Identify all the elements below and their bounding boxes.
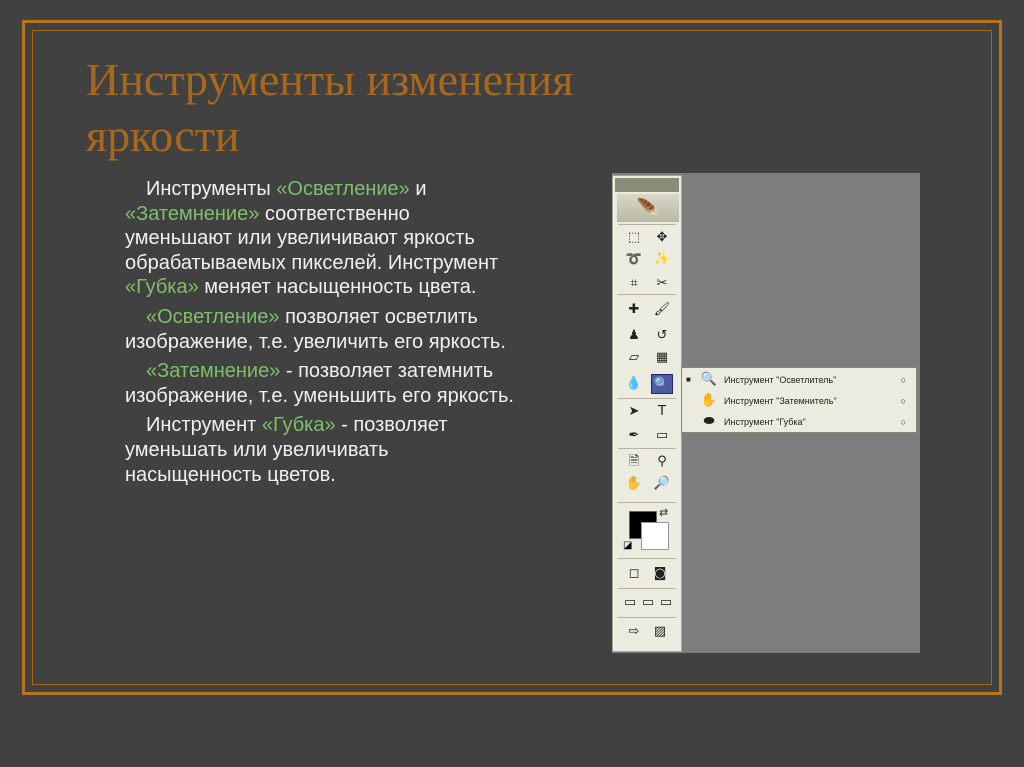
highlight-dodge: «Осветление» xyxy=(146,305,280,328)
screen-mode-full-icon[interactable]: ▭ xyxy=(655,593,677,613)
lasso-tool-icon[interactable]: ➰ xyxy=(623,250,645,270)
crop-tool-icon[interactable]: ⌗ xyxy=(623,274,645,294)
eyedropper-tool-icon[interactable]: ⚲ xyxy=(651,452,673,472)
dodge-tool-icon[interactable]: 🔍 xyxy=(651,374,673,394)
zoom-tool-icon[interactable]: 🔎 xyxy=(651,474,673,494)
highlight-sponge: «Губка» xyxy=(125,276,199,299)
paragraph-4: Инструмент «Губка» - позволяет уменьшать… xyxy=(125,414,448,486)
title-line-2: яркости xyxy=(86,110,240,161)
slide-title: Инструменты изменения яркости xyxy=(86,52,786,164)
swap-colors-icon[interactable]: ⇄ xyxy=(659,506,668,519)
toolbox-divider xyxy=(618,448,676,449)
highlight-sponge: «Губка» xyxy=(261,414,336,437)
toolbox-divider xyxy=(618,398,676,399)
jump-to-imageready-icon[interactable]: ⇨ xyxy=(623,622,645,642)
slice-tool-icon[interactable]: ✂ xyxy=(651,274,673,294)
selected-marker: ■ xyxy=(686,375,691,384)
slide-body: Инструменты «Осветление» и «Затемнение» … xyxy=(125,177,515,492)
imageready-icon[interactable]: ▨ xyxy=(649,622,671,642)
brush-tool-icon[interactable]: 🖌 xyxy=(651,300,673,320)
notes-tool-icon[interactable]: 🗎 xyxy=(623,452,645,472)
quick-mask-icon[interactable]: ◙ xyxy=(649,564,671,584)
toolbox-divider xyxy=(618,617,676,618)
blur-tool-icon[interactable]: 💧 xyxy=(623,374,645,394)
paragraph-3: «Затемнение» - позволяет затемнить изобр… xyxy=(125,360,514,407)
toning-tools-flyout-menu: ■ 🔍 Инструмент "Осветлитель" ○ ✋ Инструмент "… xyxy=(681,367,917,433)
flyout-item-sponge[interactable]: ⬬ Инструмент "Губка" ○ xyxy=(682,412,916,432)
flyout-item-label: Инструмент "Осветлитель" xyxy=(724,375,837,385)
type-tool-icon[interactable]: T xyxy=(651,402,673,422)
highlight-burn: «Затемнение» xyxy=(125,202,260,225)
marquee-tool-icon[interactable]: ⬚ xyxy=(623,228,645,248)
paragraph-1: Инструменты «Осветление» и «Затемнение» … xyxy=(125,178,499,299)
clone-stamp-tool-icon[interactable]: ♟ xyxy=(623,326,645,346)
flyout-item-burn[interactable]: ✋ Инструмент "Затемнитель" ○ xyxy=(682,391,916,411)
path-selection-tool-icon[interactable]: ➤ xyxy=(623,402,645,422)
standard-mode-icon[interactable]: ◻ xyxy=(623,564,645,584)
shortcut-circle-icon: ○ xyxy=(900,375,906,385)
burn-icon: ✋ xyxy=(700,393,718,408)
flyout-item-label: Инструмент "Губка" xyxy=(724,417,806,427)
toolbox-divider xyxy=(618,502,676,503)
highlight-dodge: «Осветление» xyxy=(276,178,410,200)
healing-brush-tool-icon[interactable]: ✚ xyxy=(623,300,645,320)
eraser-tool-icon[interactable]: ▱ xyxy=(623,348,645,368)
sponge-icon: ⬬ xyxy=(703,414,715,429)
toolbox-divider xyxy=(618,294,676,295)
highlight-burn: «Затемнение» xyxy=(146,360,281,383)
paragraph-2: «Осветление» позволяет осветлить изображ… xyxy=(125,305,506,353)
history-brush-tool-icon[interactable]: ↺ xyxy=(651,326,673,346)
flyout-item-label: Инструмент "Затемнитель" xyxy=(724,396,837,406)
default-colors-icon[interactable]: ◪ xyxy=(623,540,632,551)
shortcut-circle-icon: ○ xyxy=(900,417,906,427)
shortcut-circle-icon: ○ xyxy=(900,396,906,406)
flyout-item-dodge[interactable]: ■ 🔍 Инструмент "Осветлитель" ○ xyxy=(682,370,916,390)
feather-icon[interactable]: 🪶 xyxy=(617,194,679,222)
toolbox-divider xyxy=(618,558,676,559)
hand-tool-icon[interactable]: ✋ xyxy=(623,474,645,494)
toolbox-divider xyxy=(618,224,676,225)
background-color-swatch[interactable] xyxy=(641,522,669,550)
pen-tool-icon[interactable]: ✒ xyxy=(623,426,645,446)
title-line-1: Инструменты изменения xyxy=(86,54,574,105)
toolbox-grip[interactable] xyxy=(615,178,679,192)
dodge-icon: 🔍 xyxy=(700,372,718,387)
magic-wand-tool-icon[interactable]: ✨ xyxy=(651,250,673,270)
shape-tool-icon[interactable]: ▭ xyxy=(651,426,673,446)
toolbox-divider xyxy=(618,588,676,589)
photoshop-toolbox: 🪶 ⇄ ◪ ◻ ◙ ▭ ▭ ▭ ⇨ ▨ ⬚ ✥ ➰ ✨ ⌗ ✂ ✚ 🖌 ♟ ↺ ▱ ▦ 💧 🔍 ➤ T ✒ ▭ 🗎 ⚲… xyxy=(612,175,682,652)
gradient-tool-icon[interactable]: ▦ xyxy=(651,348,673,368)
move-tool-icon[interactable]: ✥ xyxy=(651,228,673,248)
